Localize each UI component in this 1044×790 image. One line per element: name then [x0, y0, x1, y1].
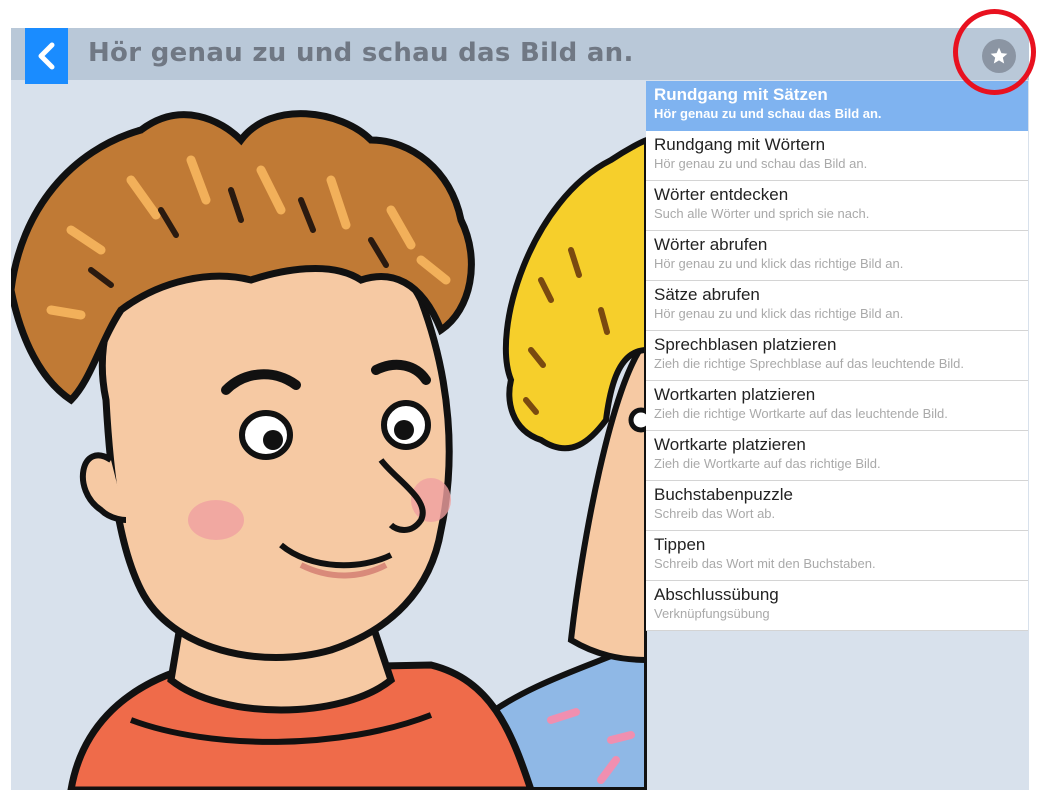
menu-item-label: Sätze abrufen — [654, 285, 760, 304]
menu-item-label: Rundgang mit Sätzen — [654, 85, 828, 104]
menu-item-subtitle: Verknüpfungsübung — [654, 606, 770, 621]
back-button[interactable] — [25, 28, 68, 84]
menu-item-label: Rundgang mit Wörtern — [654, 135, 826, 154]
menu-item-label: Tippen — [654, 535, 706, 554]
menu-item[interactable]: Sprechblasen platzieren Zieh die richtig… — [646, 331, 1028, 381]
menu-item[interactable]: Wortkarten platzieren Zieh die richtige … — [646, 381, 1028, 431]
menu-item[interactable]: Rundgang mit Sätzen Hör genau zu und sch… — [646, 81, 1028, 131]
menu-item-label: Wortkarten platzieren — [654, 385, 816, 404]
menu-item-subtitle: Zieh die richtige Wortkarte auf das leuc… — [654, 406, 948, 421]
menu-item-subtitle: Hör genau zu und klick das richtige Bild… — [654, 256, 904, 271]
menu-item[interactable]: Wortkarte platzieren Zieh die Wortkarte … — [646, 431, 1028, 481]
favorite-button[interactable] — [982, 39, 1016, 73]
menu-item[interactable]: Buchstabenpuzzle Schreib das Wort ab. — [646, 481, 1028, 531]
menu-item-subtitle: Schreib das Wort ab. — [654, 506, 776, 521]
menu-item-subtitle: Hör genau zu und schau das Bild an. — [654, 156, 868, 171]
menu-item-subtitle: Schreib das Wort mit den Buchstaben. — [654, 556, 876, 571]
menu-item-label: Wortkarte platzieren — [654, 435, 806, 454]
boy-figure — [11, 110, 535, 790]
menu-item[interactable]: Tippen Schreib das Wort mit den Buchstab… — [646, 531, 1028, 581]
illustration-boy-and-girl — [11, 110, 647, 790]
menu-item-subtitle: Zieh die Wortkarte auf das richtige Bild… — [654, 456, 881, 471]
menu-item-subtitle: Hör genau zu und klick das richtige Bild… — [654, 306, 904, 321]
menu-item[interactable]: Wörter entdecken Such alle Wörter und sp… — [646, 181, 1028, 231]
menu-item-label: Wörter entdecken — [654, 185, 789, 204]
star-icon — [990, 47, 1008, 64]
menu-item-subtitle: Hör genau zu und schau das Bild an. — [654, 106, 882, 121]
menu-item[interactable]: Sätze abrufen Hör genau zu und klick das… — [646, 281, 1028, 331]
chevron-left-icon — [38, 42, 54, 70]
girl-figure — [462, 136, 647, 790]
menu-item-label: Wörter abrufen — [654, 235, 768, 254]
menu-item[interactable]: Rundgang mit Wörtern Hör genau zu und sc… — [646, 131, 1028, 181]
menu-item-label: Abschlussübung — [654, 585, 779, 604]
exercise-menu: Rundgang mit Sätzen Hör genau zu und sch… — [646, 81, 1028, 631]
menu-item[interactable]: Abschlussübung Verknüpfungsübung — [646, 581, 1028, 631]
menu-item-label: Buchstabenpuzzle — [654, 485, 793, 504]
menu-item-subtitle: Zieh die richtige Sprechblase auf das le… — [654, 356, 965, 371]
menu-item[interactable]: Wörter abrufen Hör genau zu und klick da… — [646, 231, 1028, 281]
header-bar: Hör genau zu und schau das Bild an. — [11, 28, 1029, 80]
menu-item-subtitle: Such alle Wörter und sprich sie nach. — [654, 206, 870, 221]
menu-item-label: Sprechblasen platzieren — [654, 335, 837, 354]
page-title: Hör genau zu und schau das Bild an. — [88, 38, 634, 68]
